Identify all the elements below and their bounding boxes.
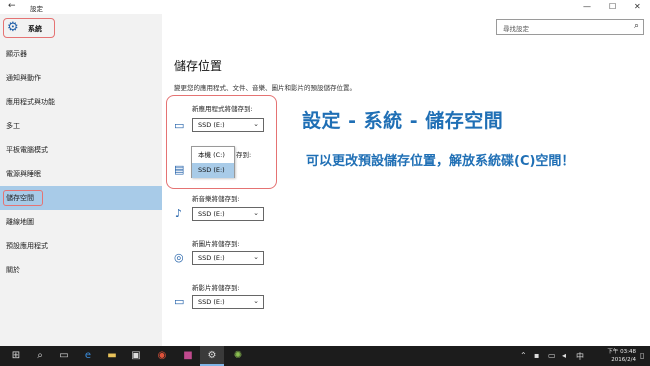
search-box[interactable]: 尋找設定 ⌕ [496, 19, 644, 35]
select-value: SSD (E:) [198, 210, 225, 218]
sidebar-item-label: 電源與睡眠 [6, 170, 41, 178]
sidebar-item-storage[interactable]: 儲存空間 [0, 186, 162, 210]
chrome-icon[interactable]: ◉ [150, 346, 174, 366]
sidebar-item-label: 通知與動作 [6, 74, 41, 82]
sidebar-item-label: 多工 [6, 122, 20, 130]
edge-icon[interactable]: e [76, 346, 100, 366]
taskbar: ⊞ ⌕ ▭ e ▬ ▣ ◉ ■ ⚙ ✺ ⌃ ▪ ▭ ◂ 中 下午 03:48 2… [0, 346, 650, 366]
ime-icon[interactable]: 中 [576, 351, 584, 362]
tray-up-icon[interactable]: ⌃ [520, 351, 527, 360]
sidebar-item-default-apps[interactable]: 預設應用程式 [0, 234, 162, 258]
close-button[interactable]: ✕ [634, 2, 641, 12]
clock-time: 下午 03:48 [607, 349, 636, 355]
documents-location-dropdown[interactable]: 本機 (C:) SSD (E:) [191, 146, 235, 178]
sidebar-item-notifications[interactable]: 通知與動作 [0, 66, 162, 90]
sidebar-item-label: 應用程式與功能 [6, 98, 55, 106]
task-view-icon[interactable]: ▭ [52, 346, 76, 366]
sidebar-item-about[interactable]: 關於 [0, 258, 162, 282]
window-title: 設定 [30, 5, 43, 13]
sidebar-item-multitasking[interactable]: 多工 [0, 114, 162, 138]
chevron-down-icon: ⌄ [253, 297, 259, 305]
chevron-down-icon: ⌄ [253, 253, 259, 261]
clock-date: 2016/2/4 [611, 357, 636, 363]
clock[interactable]: 下午 03:48 2016/2/4 [607, 348, 636, 364]
settings-taskbar-icon[interactable]: ⚙ [200, 346, 224, 366]
select-value: SSD (E:) [198, 254, 225, 262]
sidebar-item-label: 顯示器 [6, 50, 27, 58]
search-icon: ⌕ [633, 21, 639, 31]
sidebar-item-power[interactable]: 電源與睡眠 [0, 162, 162, 186]
page-subtitle: 變更您的應用程式、文件、音樂、圖片和影片的預設儲存位置。 [174, 84, 356, 92]
music-location-label: 新音樂將儲存到: [192, 195, 240, 203]
sidebar-item-label: 預設應用程式 [6, 242, 48, 250]
dropdown-option-ssd-e[interactable]: SSD (E:) [192, 163, 234, 178]
volume-icon[interactable]: ◂ [562, 351, 566, 360]
minimize-button[interactable]: — [583, 2, 591, 12]
back-button[interactable]: ← [8, 1, 16, 11]
videos-location-select[interactable]: SSD (E:) ⌄ [192, 295, 264, 309]
sidebar-item-label: 儲存空間 [6, 194, 34, 202]
sidebar-item-offline-maps[interactable]: 離線地圖 [0, 210, 162, 234]
sidebar-item-apps[interactable]: 應用程式與功能 [0, 90, 162, 114]
sidebar: ⚙ 系統 顯示器 通知與動作 應用程式與功能 多工 平板電腦模式 電源與睡眠 儲… [0, 14, 162, 346]
camera-icon: ◎ [174, 251, 184, 264]
annotation-subline: 可以更改預設儲存位置，解放系統碟(C)空間！ [306, 154, 575, 169]
system-header-label: 系統 [28, 25, 42, 33]
app-icon[interactable]: ✺ [226, 346, 250, 366]
search-placeholder: 尋找設定 [503, 25, 529, 33]
chevron-down-icon: ⌄ [253, 120, 259, 128]
network-icon[interactable]: ▭ [548, 351, 556, 360]
dropdown-option-local-c[interactable]: 本機 (C:) [192, 148, 234, 163]
monitor-icon: ▭ [174, 119, 185, 132]
video-icon: ▭ [174, 295, 185, 308]
documents-location-label: 存到: [236, 151, 252, 159]
sidebar-item-tablet-mode[interactable]: 平板電腦模式 [0, 138, 162, 162]
chevron-down-icon: ⌄ [253, 209, 259, 217]
annotation-headline: 設定 - 系統 - 儲存空間 [302, 110, 504, 132]
sidebar-item-label: 關於 [6, 266, 20, 274]
sidebar-item-label: 離線地圖 [6, 218, 34, 226]
sidebar-item-display[interactable]: 顯示器 [0, 42, 162, 66]
title-bar: ← 設定 — ☐ ✕ [0, 0, 650, 14]
videos-location-label: 新影片將儲存到: [192, 284, 240, 292]
notification-icon[interactable]: ▯ [640, 351, 644, 360]
pictures-location-label: 新圖片將儲存到: [192, 240, 240, 248]
page-title: 儲存位置 [174, 59, 223, 73]
system-header[interactable]: ⚙ 系統 [3, 18, 55, 38]
store-icon[interactable]: ▣ [124, 346, 148, 366]
select-value: SSD (E:) [198, 298, 225, 306]
tray-app-icon[interactable]: ▪ [534, 351, 539, 360]
apps-location-select[interactable]: SSD (E:) ⌄ [192, 118, 264, 132]
maximize-button[interactable]: ☐ [609, 2, 616, 12]
paint-icon[interactable]: ■ [176, 346, 200, 366]
music-icon: ♪ [175, 207, 183, 220]
pictures-location-select[interactable]: SSD (E:) ⌄ [192, 251, 264, 265]
gear-icon: ⚙ [7, 20, 19, 35]
search-icon[interactable]: ⌕ [28, 346, 52, 366]
start-button[interactable]: ⊞ [4, 346, 28, 366]
select-value: SSD (E:) [198, 121, 225, 129]
folder-icon: ▤ [174, 163, 185, 176]
sidebar-item-label: 平板電腦模式 [6, 146, 48, 154]
music-location-select[interactable]: SSD (E:) ⌄ [192, 207, 264, 221]
file-explorer-icon[interactable]: ▬ [100, 346, 124, 366]
apps-location-label: 新應用程式將儲存到: [192, 105, 253, 113]
